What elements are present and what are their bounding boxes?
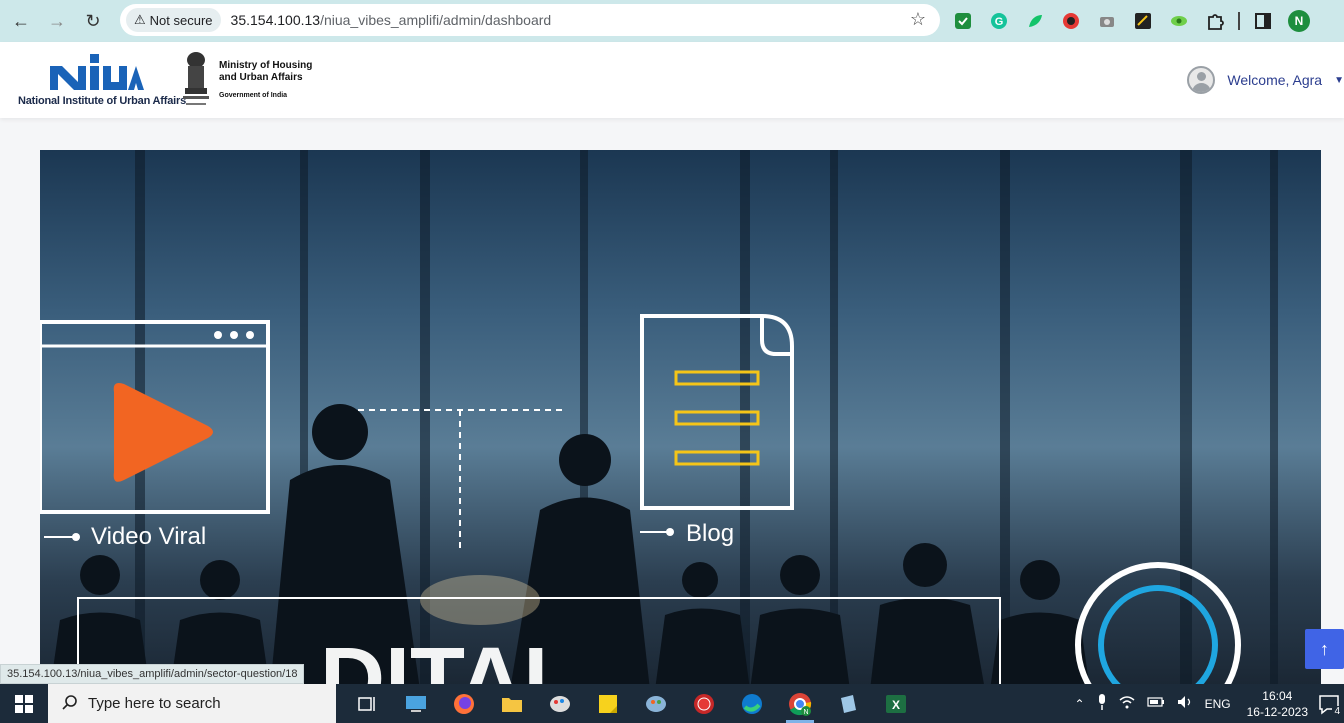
extension-camera-icon[interactable] [1094, 8, 1120, 34]
clock-date: 16-12-2023 [1246, 704, 1308, 719]
security-label: Not secure [149, 12, 213, 28]
profile-avatar[interactable]: N [1286, 8, 1312, 34]
url-host: 35.154.100.13 [230, 12, 321, 28]
notification-count: 4 [1332, 705, 1342, 717]
video-window-icon [40, 320, 270, 514]
firefox-icon[interactable] [440, 684, 488, 723]
battery-icon[interactable] [1146, 696, 1165, 711]
ministry-line-3: Government of India [219, 92, 288, 99]
video-viral-label[interactable]: Video Viral [91, 523, 206, 551]
search-placeholder: Type here to search [88, 695, 221, 712]
paint-app-icon[interactable] [536, 684, 584, 723]
side-panel-icon[interactable] [1250, 8, 1276, 34]
bookmark-star-icon[interactable]: ☆ [910, 9, 926, 30]
security-indicator[interactable]: ⚠ Not secure [126, 8, 221, 32]
blog-label[interactable]: Blog [686, 520, 734, 548]
ministry-line-1: Ministry of Housing [219, 60, 313, 71]
hero-illustration: DITAL [40, 150, 1278, 690]
language-indicator[interactable]: ENG [1205, 697, 1231, 711]
status-bar-url: 35.154.100.13/niua_vibes_amplifi/admin/s… [0, 664, 305, 684]
svg-text:N: N [803, 709, 808, 716]
niua-logo[interactable]: National Institute of Urban Affairs [18, 50, 186, 112]
reload-icon[interactable]: ↻ [78, 6, 108, 36]
sticky-notes-icon[interactable] [584, 684, 632, 723]
separator [1238, 12, 1240, 30]
ministry-title: Ministry of Housing and Urban Affairs Go… [219, 60, 312, 102]
browser-toolbar: ← → ↻ ⚠ Not secure 35.154.100.13/niua_vi… [0, 0, 1344, 42]
extension-grammarly-icon[interactable]: G [986, 8, 1012, 34]
profile-initial: N [1288, 10, 1310, 32]
scroll-to-top-button[interactable]: ↑ [1305, 629, 1344, 669]
site-header: National Institute of Urban Affairs Mini… [0, 42, 1344, 118]
url-path: /niua_vibes_amplifi/admin/dashboard [320, 12, 552, 28]
play-icon [113, 383, 213, 482]
extension-seo-icon[interactable] [1058, 8, 1084, 34]
clock-time: 16:04 [1262, 688, 1293, 703]
hero-banner: DITAL Video Viral Blog [40, 150, 1321, 690]
task-view-icon[interactable] [344, 684, 392, 723]
taskbar-apps: N X [344, 684, 920, 723]
chrome-icon[interactable]: N [776, 684, 824, 723]
extension-notes-icon[interactable] [950, 8, 976, 34]
address-bar[interactable]: ⚠ Not secure 35.154.100.13/niua_vibes_am… [120, 4, 940, 36]
ring-icon [1075, 562, 1241, 690]
taskbar-search[interactable]: Type here to search [48, 684, 336, 723]
extension-leaf-icon[interactable] [1022, 8, 1048, 34]
system-tray: ⌃ ENG 16:04 16-12-2023 4 [1069, 684, 1344, 723]
svg-text:G: G [995, 16, 1004, 28]
windows-taskbar: Type here to search N X ⌃ ENG 16:04 16-1… [0, 684, 1344, 723]
partial-heading-glyphs: DITAL [320, 630, 578, 690]
chevron-up-icon[interactable]: ⌃ [1075, 697, 1085, 711]
computer-app-icon[interactable] [392, 684, 440, 723]
edge-icon[interactable] [728, 684, 776, 723]
volume-icon[interactable] [1177, 695, 1193, 712]
paint-palette-icon[interactable] [632, 684, 680, 723]
niua-logo-mark-icon [50, 54, 144, 90]
svg-text:X: X [892, 698, 900, 712]
extensions-puzzle-icon[interactable] [1202, 8, 1228, 34]
ministry-line-2: and Urban Affairs [219, 72, 303, 83]
user-menu[interactable]: Welcome, Agra ▼ [1187, 66, 1344, 94]
windows-start-icon[interactable] [0, 684, 48, 723]
notification-center-icon[interactable]: 4 [1318, 693, 1342, 717]
extension-editor-icon[interactable] [1130, 8, 1156, 34]
back-icon[interactable]: ← [6, 6, 36, 36]
extension-eye-icon[interactable] [1166, 8, 1192, 34]
excel-icon[interactable]: X [872, 684, 920, 723]
screen-recorder-icon[interactable] [680, 684, 728, 723]
wifi-icon[interactable] [1119, 695, 1135, 712]
search-icon [62, 694, 78, 714]
blog-document-icon [640, 314, 794, 510]
clock[interactable]: 16:04 16-12-2023 [1247, 688, 1308, 720]
file-explorer-icon[interactable] [488, 684, 536, 723]
warning-icon: ⚠ [134, 12, 146, 27]
national-emblem-icon [183, 52, 209, 105]
notepad-icon[interactable] [824, 684, 872, 723]
extensions-bar: G N [950, 6, 1312, 36]
forward-icon[interactable]: → [42, 6, 72, 36]
chevron-down-icon[interactable]: ▼ [1334, 75, 1344, 86]
microphone-icon[interactable] [1097, 694, 1107, 713]
url-text[interactable]: 35.154.100.13/niua_vibes_amplifi/admin/d… [231, 12, 552, 28]
user-avatar-icon[interactable] [1187, 66, 1216, 94]
org-name: National Institute of Urban Affairs [18, 95, 186, 107]
welcome-text[interactable]: Welcome, Agra [1227, 72, 1322, 88]
